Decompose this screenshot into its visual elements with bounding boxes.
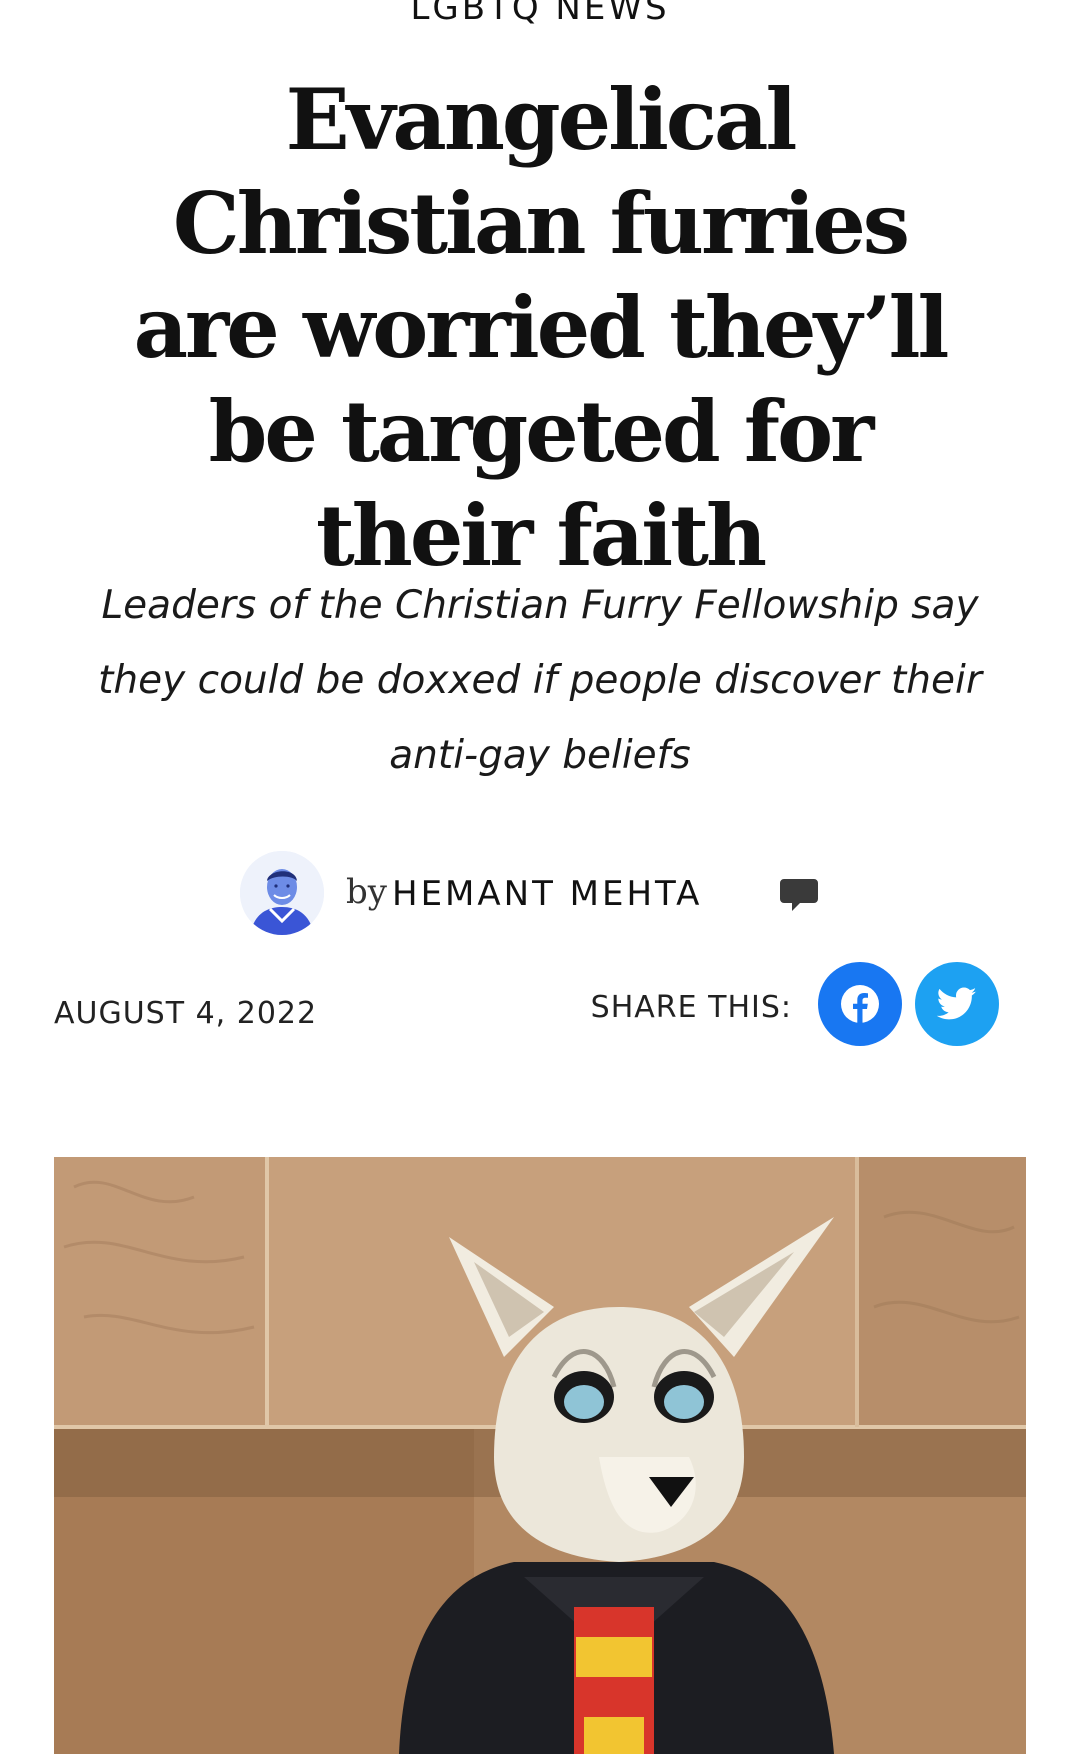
article-dek: Leaders of the Christian Furry Fellowshi… (98, 583, 982, 778)
author-avatar[interactable] (240, 851, 324, 935)
byline: by HEMANT MEHTA (0, 850, 1080, 940)
facebook-icon (841, 985, 879, 1023)
share-twitter-button[interactable] (915, 962, 999, 1046)
comment-icon[interactable] (778, 875, 820, 917)
article-headline: Evangelical Christian furries are worrie… (133, 70, 950, 585)
author-name-link[interactable]: HEMANT MEHTA (392, 874, 702, 914)
share-label: SHARE THIS: (590, 990, 792, 1025)
article-category[interactable]: LGBTQ NEWS (0, 0, 1080, 28)
author-portrait-image (240, 851, 324, 935)
byline-prefix: by (346, 872, 387, 912)
twitter-icon (937, 987, 977, 1020)
share-facebook-button[interactable] (818, 962, 902, 1046)
publish-date: AUGUST 4, 2022 (54, 996, 318, 1031)
hero-image (54, 1157, 1026, 1754)
